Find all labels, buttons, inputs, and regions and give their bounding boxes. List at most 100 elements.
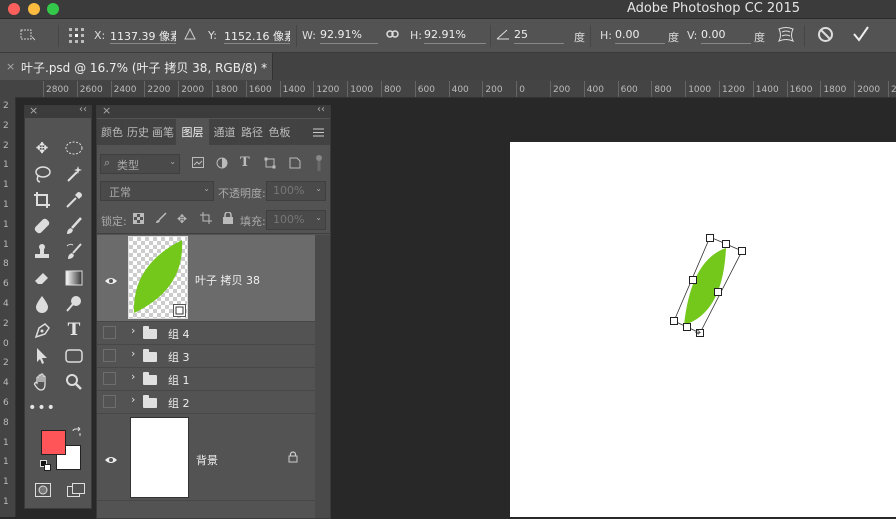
transform-handle[interactable] (722, 240, 730, 248)
chevron-right-icon[interactable]: › (131, 393, 135, 406)
clone-stamp-icon[interactable] (31, 241, 53, 263)
vertical-ruler[interactable]: 2 2 2 1 1 1 1 1 8 6 4 2 0 2 4 6 8 1 1 1 1 (0, 97, 16, 517)
width-field[interactable]: 92.91% (320, 28, 378, 44)
y-position-field[interactable]: 1152.16 像素 (224, 28, 290, 44)
opacity-field[interactable]: 100% ⌄ (266, 181, 326, 201)
reference-point-icon[interactable] (68, 27, 86, 45)
lock-all-icon[interactable] (223, 211, 233, 227)
filter-toggle[interactable] (316, 155, 322, 171)
layer-row-group[interactable]: › 组 3 (97, 345, 315, 368)
type-tool-icon[interactable]: T (63, 319, 85, 341)
chevron-right-icon[interactable]: › (131, 324, 135, 337)
close-panel-icon[interactable]: × (29, 104, 38, 117)
crop-tool-icon[interactable] (31, 189, 53, 211)
filter-pixel-icon[interactable] (192, 157, 204, 171)
foreground-color-swatch-top[interactable] (41, 430, 66, 455)
chevron-right-icon[interactable]: › (131, 370, 135, 383)
visibility-toggle[interactable] (103, 326, 116, 339)
filter-shape-icon[interactable] (264, 157, 276, 172)
tab-color[interactable]: 颜色 (99, 119, 126, 145)
layer-row-group[interactable]: › 组 2 (97, 391, 315, 414)
lasso-tool-icon[interactable] (31, 163, 53, 185)
close-window-button[interactable] (8, 3, 20, 15)
blend-mode-dropdown[interactable]: 正常 ⌄ (100, 181, 214, 201)
visibility-toggle[interactable] (103, 349, 116, 362)
visibility-toggle[interactable] (103, 372, 116, 385)
lock-pixels-icon[interactable] (155, 212, 167, 227)
move-tool-icon[interactable]: ✥ (31, 137, 53, 159)
blur-tool-icon[interactable] (31, 293, 53, 315)
transform-handle[interactable] (683, 323, 691, 331)
dodge-tool-icon[interactable] (63, 293, 85, 315)
transform-tool-icon[interactable] (18, 27, 36, 43)
tab-brush[interactable]: 画笔 (151, 119, 176, 145)
rotation-center-icon[interactable]: ⌖ (695, 326, 701, 340)
document-canvas[interactable]: ⌖ (510, 142, 896, 517)
screen-mode-icon[interactable] (67, 483, 85, 500)
collapse-panel-icon[interactable]: ‹‹ (317, 104, 325, 115)
layer-row-group[interactable]: › 组 1 (97, 368, 315, 391)
eyedropper-icon[interactable] (63, 189, 85, 211)
swap-colors-icon[interactable] (71, 426, 82, 441)
cancel-transform-icon[interactable] (817, 26, 834, 46)
hskew-field[interactable]: 0.00 (615, 28, 665, 44)
brush-tool-icon[interactable] (63, 215, 85, 237)
lock-transparency-icon[interactable] (133, 213, 144, 227)
filter-adjustment-icon[interactable] (216, 157, 228, 172)
layer-filter-dropdown[interactable]: ⌕ 类型 ⌄ (100, 154, 180, 174)
quick-mask-icon[interactable] (35, 483, 51, 500)
tab-paths[interactable]: 路径 (240, 119, 265, 145)
tab-history[interactable]: 历史 (126, 119, 151, 145)
more-tools-icon[interactable]: ••• (28, 397, 55, 419)
eraser-tool-icon[interactable] (31, 267, 53, 289)
tab-layers[interactable]: 图层 (176, 119, 210, 145)
layer-row-background[interactable]: 背景 (97, 414, 315, 501)
transform-handle[interactable] (714, 288, 722, 296)
transform-handle[interactable] (689, 276, 697, 284)
warp-mode-icon[interactable] (777, 26, 795, 47)
commit-transform-icon[interactable] (852, 25, 870, 46)
hand-tool-icon[interactable] (31, 371, 53, 393)
panel-menu-icon[interactable] (313, 127, 324, 140)
fill-field[interactable]: 100% ⌄ (266, 210, 326, 230)
visibility-toggle[interactable] (103, 395, 116, 408)
magic-wand-icon[interactable] (63, 163, 85, 185)
lock-position-icon[interactable]: ✥ (177, 212, 187, 226)
eye-icon[interactable] (105, 275, 117, 288)
rounded-rectangle-icon[interactable] (63, 345, 85, 367)
minimize-window-button[interactable] (28, 3, 40, 15)
collapse-panel-icon[interactable]: ‹‹ (79, 104, 87, 115)
filter-smart-object-icon[interactable] (289, 157, 301, 172)
default-colors-icon[interactable] (40, 460, 51, 474)
vskew-field[interactable]: 0.00 (701, 28, 751, 44)
layers-panel-header[interactable]: × ‹‹ (97, 104, 330, 118)
close-panel-icon[interactable]: × (102, 104, 111, 117)
elliptical-marquee-icon[interactable] (63, 137, 85, 159)
layers-scrollbar[interactable] (315, 235, 330, 518)
healing-brush-icon[interactable] (31, 215, 53, 237)
gradient-tool-icon[interactable] (63, 267, 85, 289)
transform-handle[interactable] (738, 247, 746, 255)
pen-tool-icon[interactable] (31, 319, 53, 341)
transform-handle[interactable] (706, 234, 714, 242)
link-icon[interactable] (386, 29, 399, 42)
horizontal-ruler[interactable]: 2800 2600 2400 2200 2000 1800 1600 1400 1200 1000… (0, 80, 896, 98)
height-field[interactable]: 92.91% (424, 28, 486, 44)
path-selection-icon[interactable] (31, 345, 53, 367)
history-brush-icon[interactable] (63, 241, 85, 263)
tab-swatches[interactable]: 色板 (265, 119, 295, 145)
x-position-field[interactable]: 1137.39 像素 (110, 28, 176, 44)
zoom-window-button[interactable] (47, 3, 59, 15)
tab-channels[interactable]: 通道 (210, 119, 240, 145)
layer-row-leaf-copy[interactable]: 叶子 拷贝 38 (97, 235, 315, 322)
eye-icon[interactable] (105, 454, 117, 467)
lock-artboard-icon[interactable] (200, 212, 212, 227)
close-document-icon[interactable]: × (6, 60, 15, 73)
relative-position-icon[interactable] (184, 27, 196, 43)
tools-panel-header[interactable]: × ‹‹ (25, 104, 91, 118)
rotate-angle-field[interactable]: 25 (514, 28, 564, 44)
document-tab[interactable]: × 叶子.psd @ 16.7% (叶子 拷贝 38, RGB/8) * (0, 53, 273, 80)
transform-handle[interactable] (670, 317, 678, 325)
chevron-right-icon[interactable]: › (131, 347, 135, 360)
filter-type-icon[interactable]: T (240, 155, 250, 170)
